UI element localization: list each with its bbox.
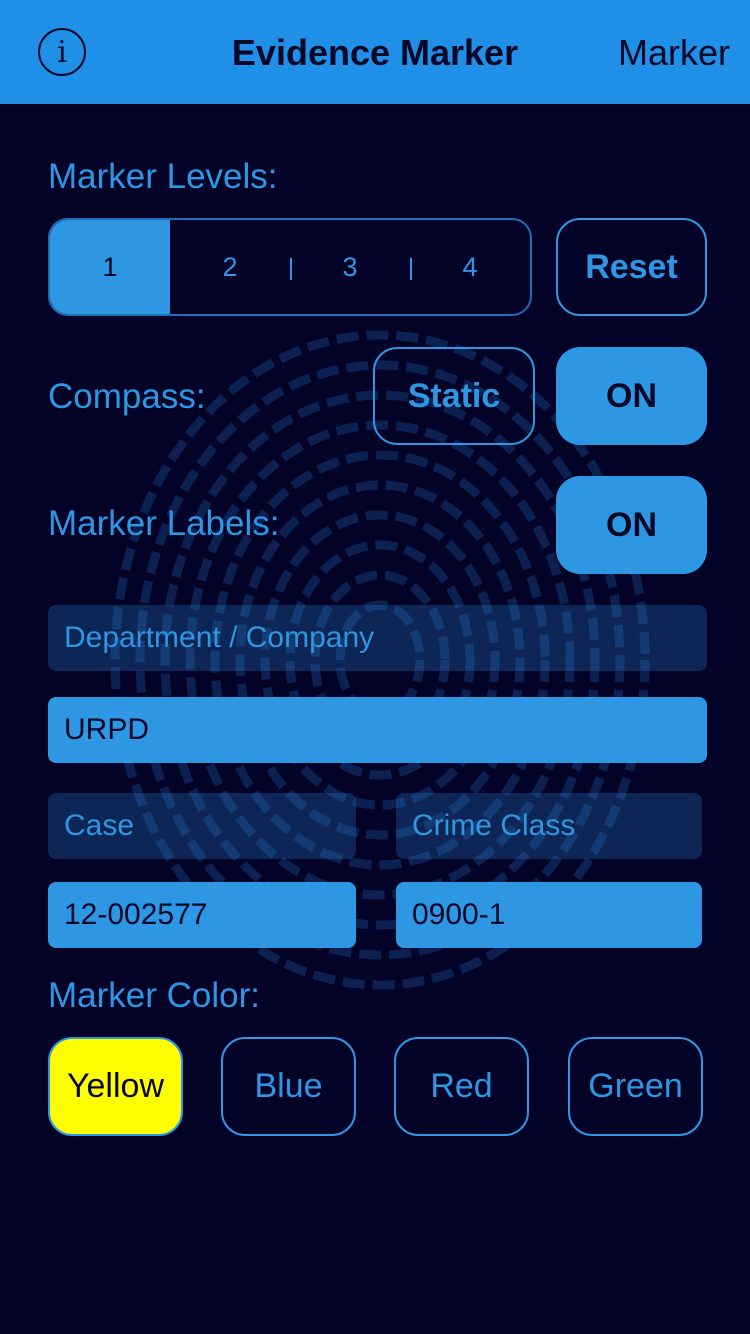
marker-levels-label: Marker Levels: (48, 157, 278, 196)
crime-class-value-field[interactable]: 0900-1 (396, 882, 702, 948)
marker-labels-label: Marker Labels: (48, 504, 280, 543)
marker-labels-on-toggle[interactable]: ON (556, 476, 707, 574)
marker-nav-button[interactable]: Marker (618, 32, 730, 74)
marker-level-2-segment[interactable]: 2 (170, 220, 290, 314)
color-blue-button[interactable]: Blue (221, 1037, 356, 1136)
marker-level-4-segment[interactable]: 4 (410, 220, 530, 314)
compass-label: Compass: (48, 377, 206, 416)
case-input[interactable]: Case (48, 793, 356, 859)
marker-levels-segmented-control: 1 2 3 4 (48, 218, 532, 316)
marker-color-label: Marker Color: (48, 976, 260, 1015)
department-company-input[interactable]: Department / Company (48, 605, 707, 671)
marker-level-3-segment[interactable]: 3 (290, 220, 410, 314)
compass-on-toggle[interactable]: ON (556, 347, 707, 445)
reset-button[interactable]: Reset (556, 218, 707, 316)
navigation-bar: i Evidence Marker Marker (0, 0, 750, 104)
compass-static-button[interactable]: Static (373, 347, 535, 445)
color-green-button[interactable]: Green (568, 1037, 703, 1136)
marker-level-1-segment[interactable]: 1 (50, 220, 170, 314)
department-value-field[interactable]: URPD (48, 697, 707, 763)
case-value-field[interactable]: 12-002577 (48, 882, 356, 948)
crime-class-input[interactable]: Crime Class (396, 793, 702, 859)
color-yellow-button[interactable]: Yellow (48, 1037, 183, 1136)
color-red-button[interactable]: Red (394, 1037, 529, 1136)
